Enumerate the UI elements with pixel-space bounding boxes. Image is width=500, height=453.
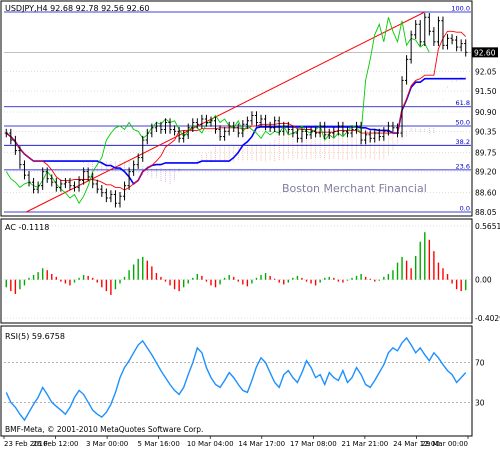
ac-tick-label: 0.00 <box>475 276 492 285</box>
current-price-tag: 92.60 <box>472 47 498 58</box>
time-tick-label: 21 Mar 21:00 <box>342 440 389 448</box>
time-tick-label: 5 Mar 16:00 <box>138 440 180 448</box>
price-tick-label: 91.50 <box>475 87 497 96</box>
time-tick-label: 17 Mar 08:00 <box>290 440 337 448</box>
ac-tick-label: 0.5651 <box>475 222 500 231</box>
price-tick-label: 90.35 <box>475 127 497 136</box>
fib-level-label: 23.6 <box>456 162 470 170</box>
rsi-tick-label: 70 <box>475 359 485 368</box>
time-tick-label: 26 Feb 12:00 <box>33 440 79 448</box>
time-tick-label: 29 Mar 00:00 <box>421 440 468 448</box>
main-panel-label: USDJPY,H4 92.68 92.78 92.56 92.60 <box>5 4 149 13</box>
price-tick-label: 88.05 <box>475 208 497 217</box>
rsi-tick-label: 30 <box>475 398 485 407</box>
fib-level-label: 61.8 <box>456 99 470 107</box>
fib-level-label: 50.0 <box>456 119 470 127</box>
price-tick-label: 90.90 <box>475 108 497 117</box>
time-tick-label: 3 Mar 00:00 <box>86 440 128 448</box>
fib-level-label: 38.2 <box>456 138 470 146</box>
rsi-axis: 70 30 <box>475 359 485 408</box>
price-axis: 92.05 91.50 90.90 90.35 89.75 89.20 88.60 88.05 <box>475 68 497 217</box>
rsi-panel-label: RSI(5) 59.6758 <box>5 332 65 341</box>
fib-level-label: 0.0 <box>460 205 470 213</box>
price-tick-label: 89.75 <box>475 148 497 157</box>
time-tick-label: 14 Mar 17:00 <box>238 440 285 448</box>
time-tick-label: 10 Mar 04:00 <box>187 440 234 448</box>
ac-tick-label: -0.4029 <box>475 314 500 323</box>
copyright-label: BMF-Meta, © 2001-2010 MetaQuotes Softwar… <box>5 425 203 434</box>
ac-axis: 0.5651 0.00 -0.4029 <box>475 222 500 323</box>
time-axis: 23 Feb 201026 Feb 12:00 3 Mar 00:00 5 Mar … <box>3 436 469 448</box>
price-tick-label: 88.60 <box>475 189 497 198</box>
chart-svg: 100.0 61.8 50.0 38.2 23.6 0.0 92.05 91.50 90.90… <box>0 0 500 448</box>
ac-panel-label: AC -0.1118 <box>5 223 49 232</box>
current-price-label: 92.60 <box>474 48 496 57</box>
price-tick-label: 92.05 <box>475 68 497 77</box>
watermark: Boston Merchant Financial <box>282 182 427 195</box>
chart-stage: 100.0 61.8 50.0 38.2 23.6 0.0 92.05 91.50 90.90… <box>0 0 500 449</box>
fib-level-label: 100.0 <box>451 5 470 13</box>
price-tick-label: 89.20 <box>475 168 497 177</box>
